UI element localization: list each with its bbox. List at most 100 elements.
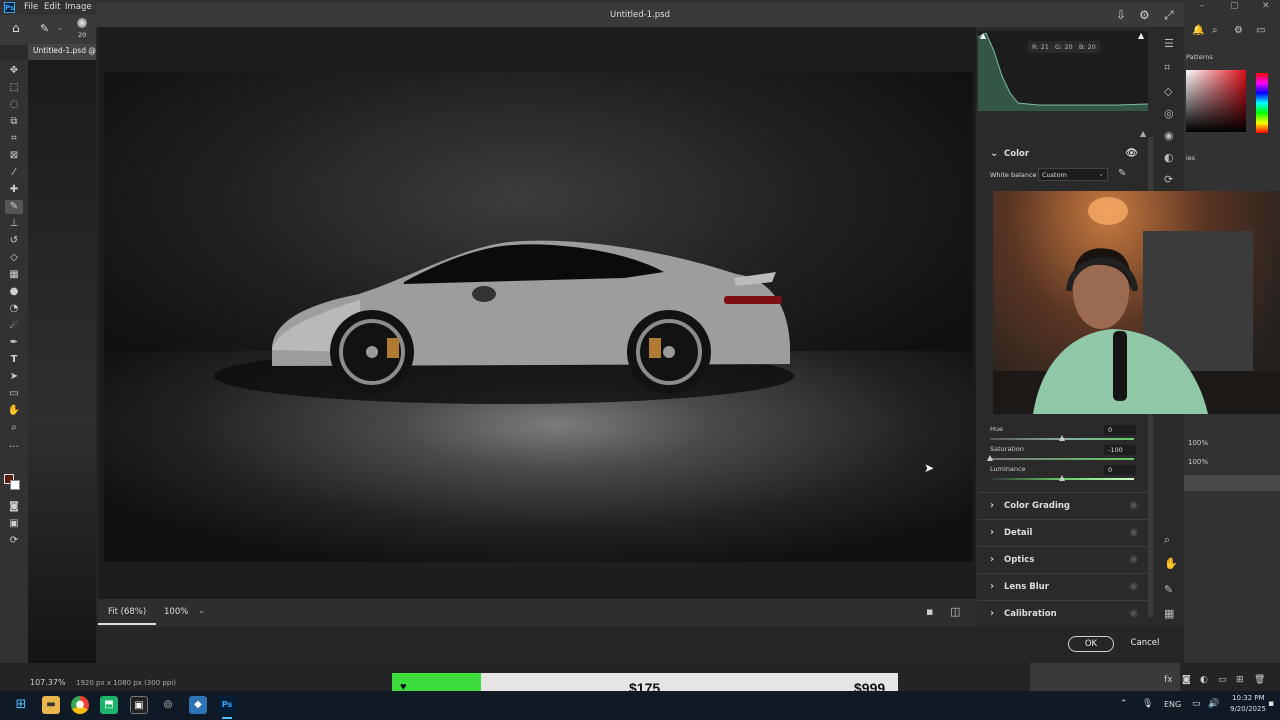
patterns-tab[interactable]: Patterns [1186,53,1213,61]
grid-overlay-icon[interactable]: ▦ [1164,607,1174,620]
crop-tool-icon[interactable]: ⌗ [5,132,23,146]
brush-tool-icon[interactable]: ✎ [5,200,23,214]
zoom-level[interactable]: 107.37% [30,678,66,687]
eraser-tool-icon[interactable]: ◇ [5,251,23,265]
visibility-eye-icon[interactable]: ◉ [1129,574,1138,600]
zoom-dropdown-icon[interactable]: ⌄ [198,606,205,616]
language-indicator[interactable]: ENG [1164,700,1181,709]
visibility-eye-icon[interactable]: 👁 [1125,141,1138,167]
app-icon-blue[interactable]: ◆ [189,696,207,714]
visibility-eye-icon[interactable]: ◉ [1129,520,1138,546]
search-icon[interactable]: ⌕ [1212,25,1218,36]
saturation-value[interactable]: -100 [1104,445,1136,455]
section-optics[interactable]: › Optics ◉ [978,546,1148,572]
fx-icon[interactable]: fx [1164,675,1173,685]
white-balance-eyedropper-icon[interactable]: ✎ [1118,168,1126,179]
background-color[interactable] [10,480,20,490]
screen-mode-icon[interactable]: ▣ [5,517,23,531]
visibility-eye-icon[interactable]: ◉ [1129,601,1138,627]
brush-preset-icon[interactable] [77,18,87,28]
windows-start-icon[interactable]: ⊞ [12,696,30,714]
compare-view-icon[interactable]: ◫ [950,605,960,618]
ok-button[interactable]: OK [1068,636,1114,652]
crop-rotate-icon[interactable]: ⌗ [1164,61,1170,75]
masking-icon[interactable]: ◎ [1164,107,1174,120]
section-calibration[interactable]: › Calibration ◉ [978,600,1148,626]
brush-tool-icon[interactable]: ✎ [40,22,49,35]
stamp-tool-icon[interactable]: ⊥ [5,217,23,231]
white-balance-select[interactable]: Custom ⌄ [1038,168,1108,181]
more-options-icon[interactable]: ⟳ [1164,173,1173,186]
quick-mask-icon[interactable]: ◙ [5,500,23,514]
section-detail[interactable]: › Detail ◉ [978,519,1148,545]
blur-tool-icon[interactable]: ● [5,285,23,299]
hue-slider[interactable] [1256,73,1268,133]
object-select-tool-icon[interactable]: ⧉ [5,115,23,129]
opacity-value[interactable]: 100% [1188,439,1208,447]
lasso-tool-icon[interactable]: ◌ [5,98,23,112]
selected-layer[interactable] [1184,475,1280,491]
visibility-eye-icon[interactable]: ◉ [1129,493,1138,519]
gear-icon[interactable]: ⚙ [1139,8,1150,22]
hue-value[interactable]: 0 [1104,425,1136,435]
visibility-eye-icon[interactable]: ◉ [1129,547,1138,573]
edit-sliders-icon[interactable]: ☰ [1164,37,1174,50]
file-explorer-icon[interactable]: ▬ [42,696,60,714]
maximize-icon[interactable]: ▢ [1230,1,1239,11]
document-tab[interactable]: Untitled-1.psd @ [28,44,96,60]
photoshop-taskbar-icon[interactable]: Ps [218,696,236,714]
hue-slider-thumb[interactable] [1059,435,1065,441]
chrome-icon[interactable]: ● [71,696,89,714]
workspace-icon[interactable]: ⚙ [1234,25,1243,36]
red-eye-icon[interactable]: ◉ [1164,129,1174,142]
notifications-icon[interactable]: ▪ [1268,699,1274,709]
eyedropper-tool-icon[interactable]: ⁄ [5,166,23,180]
menu-edit[interactable]: Edit [44,2,60,12]
menu-file[interactable]: File [24,2,38,12]
luminance-slider-thumb[interactable] [1059,475,1065,481]
zoom-icon[interactable]: ⌕ [1164,533,1170,547]
remove-tool-icon[interactable]: ◇ [1164,85,1172,98]
volume-icon[interactable]: 🔊 [1208,699,1219,709]
trash-icon[interactable]: 🗑 [1254,675,1265,685]
move-tool-icon[interactable]: ✥ [5,64,23,78]
rectangle-tool-icon[interactable]: ▭ [5,387,23,401]
group-icon[interactable]: ▭ [1218,675,1227,685]
app-icon-green[interactable]: ⬒ [100,696,118,714]
color-picker-field[interactable] [1186,70,1246,132]
fit-zoom[interactable]: Fit (68%) [108,607,146,617]
car-photo[interactable] [104,72,973,562]
zoom-100[interactable]: 100% [164,607,188,617]
saturation-slider-track[interactable] [990,458,1134,460]
close-icon[interactable]: ✕ [1262,1,1270,11]
new-layer-icon[interactable]: ⊞ [1236,675,1244,685]
adjustment-icon[interactable]: ◐ [1200,675,1208,685]
zoom-tool-icon[interactable]: ⌕ [5,421,23,435]
single-view-icon[interactable]: ▪ [926,605,933,618]
healing-tool-icon[interactable]: ✚ [5,183,23,197]
minimize-icon[interactable]: – [1200,1,1205,11]
shadow-clip-icon[interactable]: ▲ [980,31,986,40]
network-icon[interactable]: ▭ [1192,699,1201,709]
mic-icon[interactable]: 🎙 [1142,699,1153,709]
luminance-value[interactable]: 0 [1104,465,1136,475]
menu-image[interactable]: Image [65,2,92,12]
type-tool-icon[interactable]: T [5,353,23,367]
scroll-up-icon[interactable]: ▲ [1140,129,1146,138]
obs-icon[interactable]: ◎ [159,696,177,714]
fill-value[interactable]: 100% [1188,458,1208,466]
section-color-grading[interactable]: › Color Grading ◉ [978,492,1148,518]
section-lens-blur[interactable]: › Lens Blur ◉ [978,573,1148,599]
share-icon[interactable]: ⟳ [5,534,23,548]
color-section-header[interactable]: ⌄ Color 👁 [978,141,1148,167]
mask-icon[interactable]: ◙ [1182,675,1191,685]
marquee-tool-icon[interactable]: ⬚ [5,81,23,95]
path-select-icon[interactable]: ➤ [5,370,23,384]
home-icon[interactable]: ⌂ [12,21,20,35]
bell-icon[interactable]: 🔔 [1192,25,1204,36]
clock-date[interactable]: 9/20/2025 [1230,705,1266,713]
more-tools-icon[interactable]: … [5,438,23,452]
gradient-tool-icon[interactable]: ▦ [5,268,23,282]
tray-up-icon[interactable]: ⌃ [1120,699,1128,709]
chevron-down-icon[interactable]: ⌄ [57,24,63,32]
